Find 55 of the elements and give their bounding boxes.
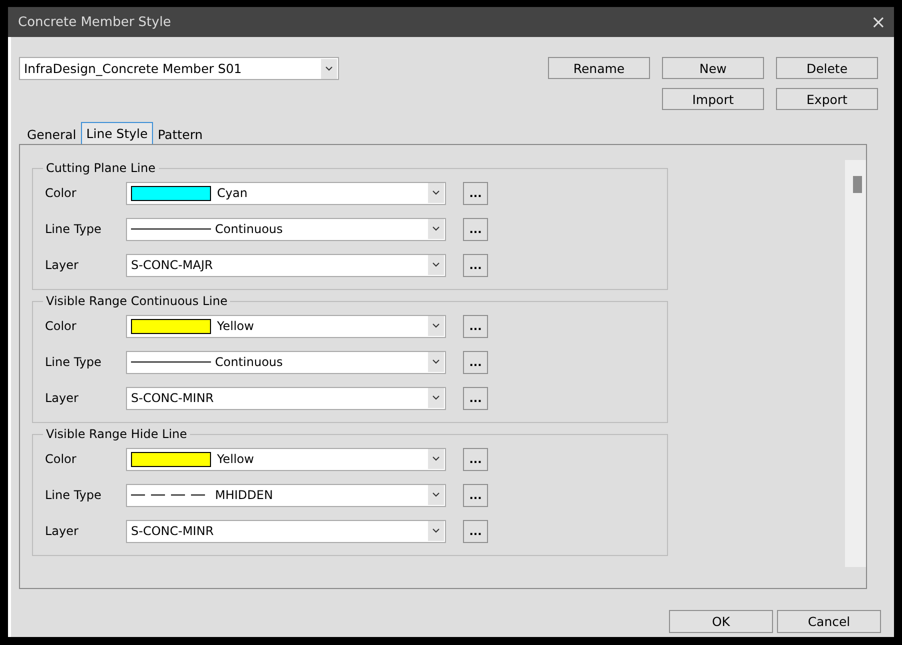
toolbar-button[interactable]: Export xyxy=(776,88,878,110)
toolbar-button[interactable]: New xyxy=(662,57,764,79)
tab[interactable]: Pattern xyxy=(152,124,208,144)
field-label: Line Type xyxy=(45,355,102,369)
style-dropdown[interactable]: InfraDesign_Concrete Member S01 xyxy=(19,57,339,80)
toolbar-button[interactable]: Import xyxy=(662,88,764,110)
caret-icon xyxy=(428,521,444,541)
dropdown[interactable]: Continuous xyxy=(126,218,446,240)
close-button[interactable]: × xyxy=(866,12,890,32)
dropdown[interactable]: Cyan xyxy=(126,182,446,204)
browse-button[interactable]: ... xyxy=(463,386,488,410)
caret-icon xyxy=(428,388,444,408)
browse-button[interactable]: ... xyxy=(463,484,488,506)
toolbar-button[interactable]: Rename xyxy=(548,57,650,79)
tab[interactable]: Line Style xyxy=(81,122,153,144)
field-label: Line Type xyxy=(45,488,102,502)
dropdown[interactable]: Yellow xyxy=(126,448,446,470)
dropdown[interactable]: S-CONC-MINR xyxy=(126,386,446,410)
browse-button[interactable]: ... xyxy=(463,520,488,542)
toolbar-button[interactable]: Delete xyxy=(776,57,878,79)
caret-icon xyxy=(428,183,444,203)
window-title: Concrete Member Style xyxy=(17,14,171,30)
browse-button[interactable]: ... xyxy=(463,182,488,204)
dialog-button[interactable]: OK xyxy=(669,610,773,633)
tab[interactable]: General xyxy=(22,124,82,144)
group-title: Cutting Plane Line xyxy=(45,161,156,175)
field-label: Layer xyxy=(45,391,80,405)
caret-icon xyxy=(428,352,444,372)
field-label: Layer xyxy=(45,258,80,272)
browse-button[interactable]: ... xyxy=(463,218,488,240)
group-title: Visible Range Hide Line xyxy=(45,427,188,441)
browse-button[interactable]: ... xyxy=(463,254,488,276)
field-label: Line Type xyxy=(45,222,102,236)
dropdown[interactable]: Yellow xyxy=(126,314,446,338)
caret-icon xyxy=(428,219,444,239)
dropdown[interactable]: MHIDDEN xyxy=(126,484,446,506)
dialog-button[interactable]: Cancel xyxy=(777,610,881,633)
caret-icon xyxy=(321,58,337,78)
scroll-thumb[interactable] xyxy=(853,176,862,193)
scrollbar[interactable] xyxy=(845,160,866,567)
caret-icon xyxy=(428,255,444,275)
dropdown[interactable]: S-CONC-MINR xyxy=(126,520,446,542)
caret-icon xyxy=(428,449,444,469)
dropdown[interactable]: Continuous xyxy=(126,350,446,374)
browse-button[interactable]: ... xyxy=(463,314,488,338)
dropdown[interactable]: S-CONC-MAJR xyxy=(126,254,446,276)
caret-icon xyxy=(428,316,444,336)
field-label: Layer xyxy=(45,524,80,538)
field-label: Color xyxy=(45,186,78,200)
field-label: Color xyxy=(45,452,78,466)
group-title: Visible Range Continuous Line xyxy=(45,294,228,308)
caret-icon xyxy=(428,485,444,505)
browse-button[interactable]: ... xyxy=(463,350,488,374)
browse-button[interactable]: ... xyxy=(463,448,488,470)
field-label: Color xyxy=(45,319,78,333)
